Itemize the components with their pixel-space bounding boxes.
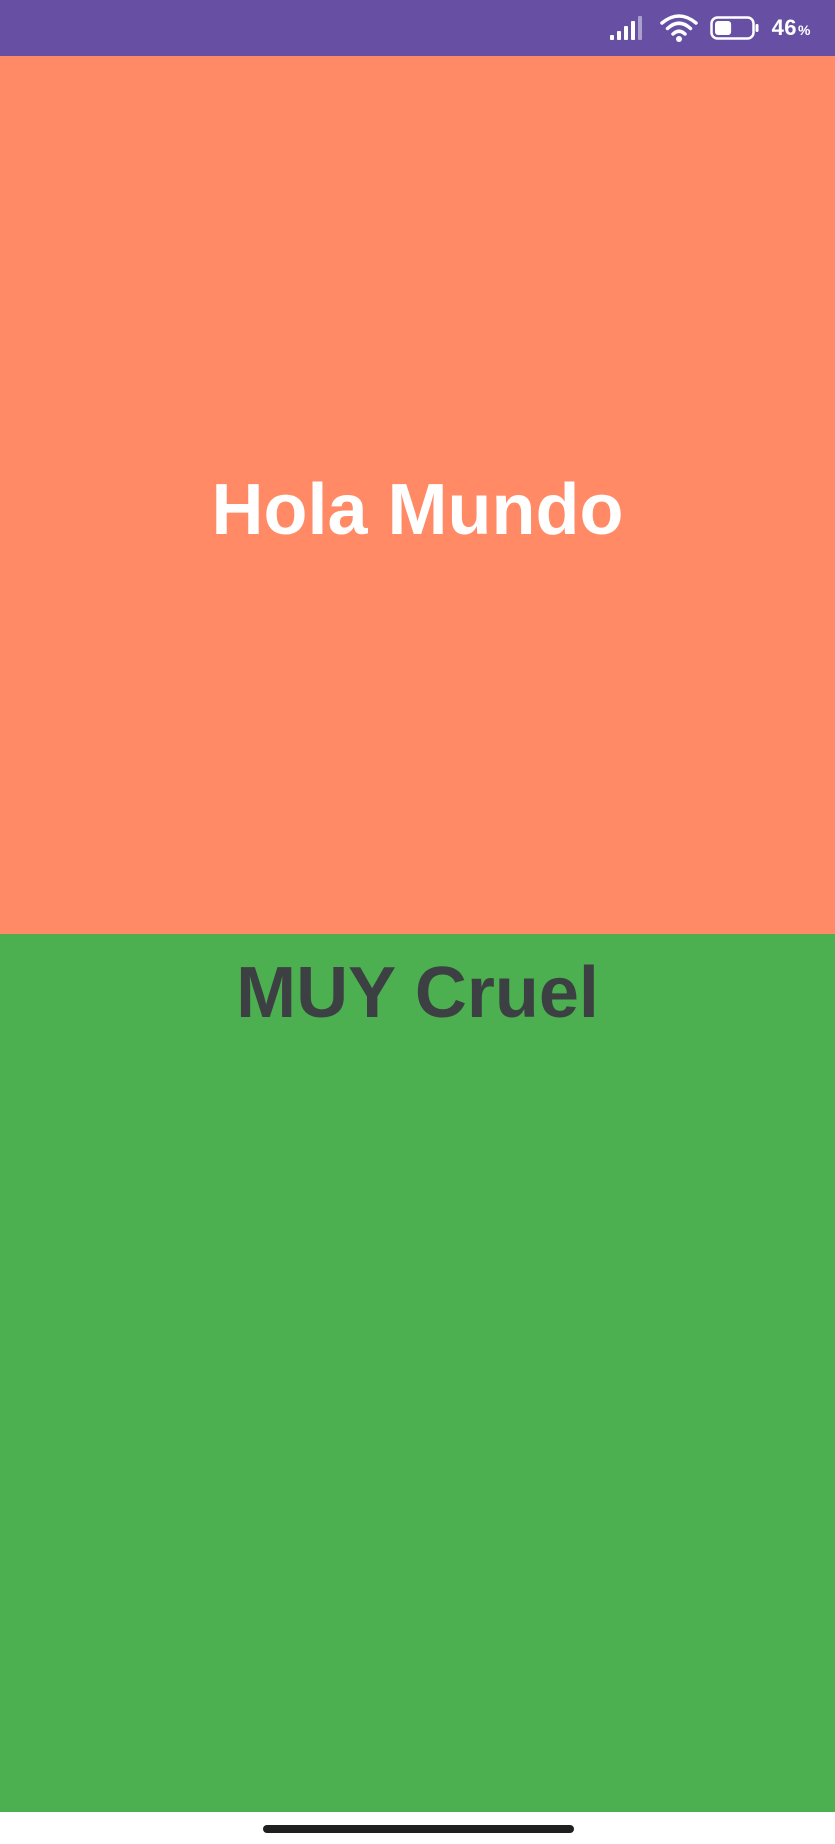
battery-level-value: 46 bbox=[771, 15, 798, 40]
app-screen: 46% Hola Mundo MUY Cruel bbox=[0, 0, 835, 1844]
status-icons: 46% bbox=[608, 0, 811, 56]
bottom-panel: MUY Cruel bbox=[0, 934, 835, 1812]
battery-percentage: 46% bbox=[772, 15, 811, 41]
hello-world-text: Hola Mundo bbox=[211, 470, 624, 550]
muy-cruel-text: MUY Cruel bbox=[236, 953, 599, 1033]
status-bar: 46% bbox=[0, 0, 835, 56]
top-panel: Hola Mundo bbox=[0, 56, 835, 934]
signal-icon bbox=[608, 15, 648, 41]
battery-unit: % bbox=[798, 22, 811, 38]
battery-icon bbox=[709, 15, 760, 41]
navigation-bar bbox=[0, 1812, 835, 1844]
home-indicator[interactable] bbox=[263, 1825, 574, 1833]
wifi-icon bbox=[659, 13, 698, 43]
